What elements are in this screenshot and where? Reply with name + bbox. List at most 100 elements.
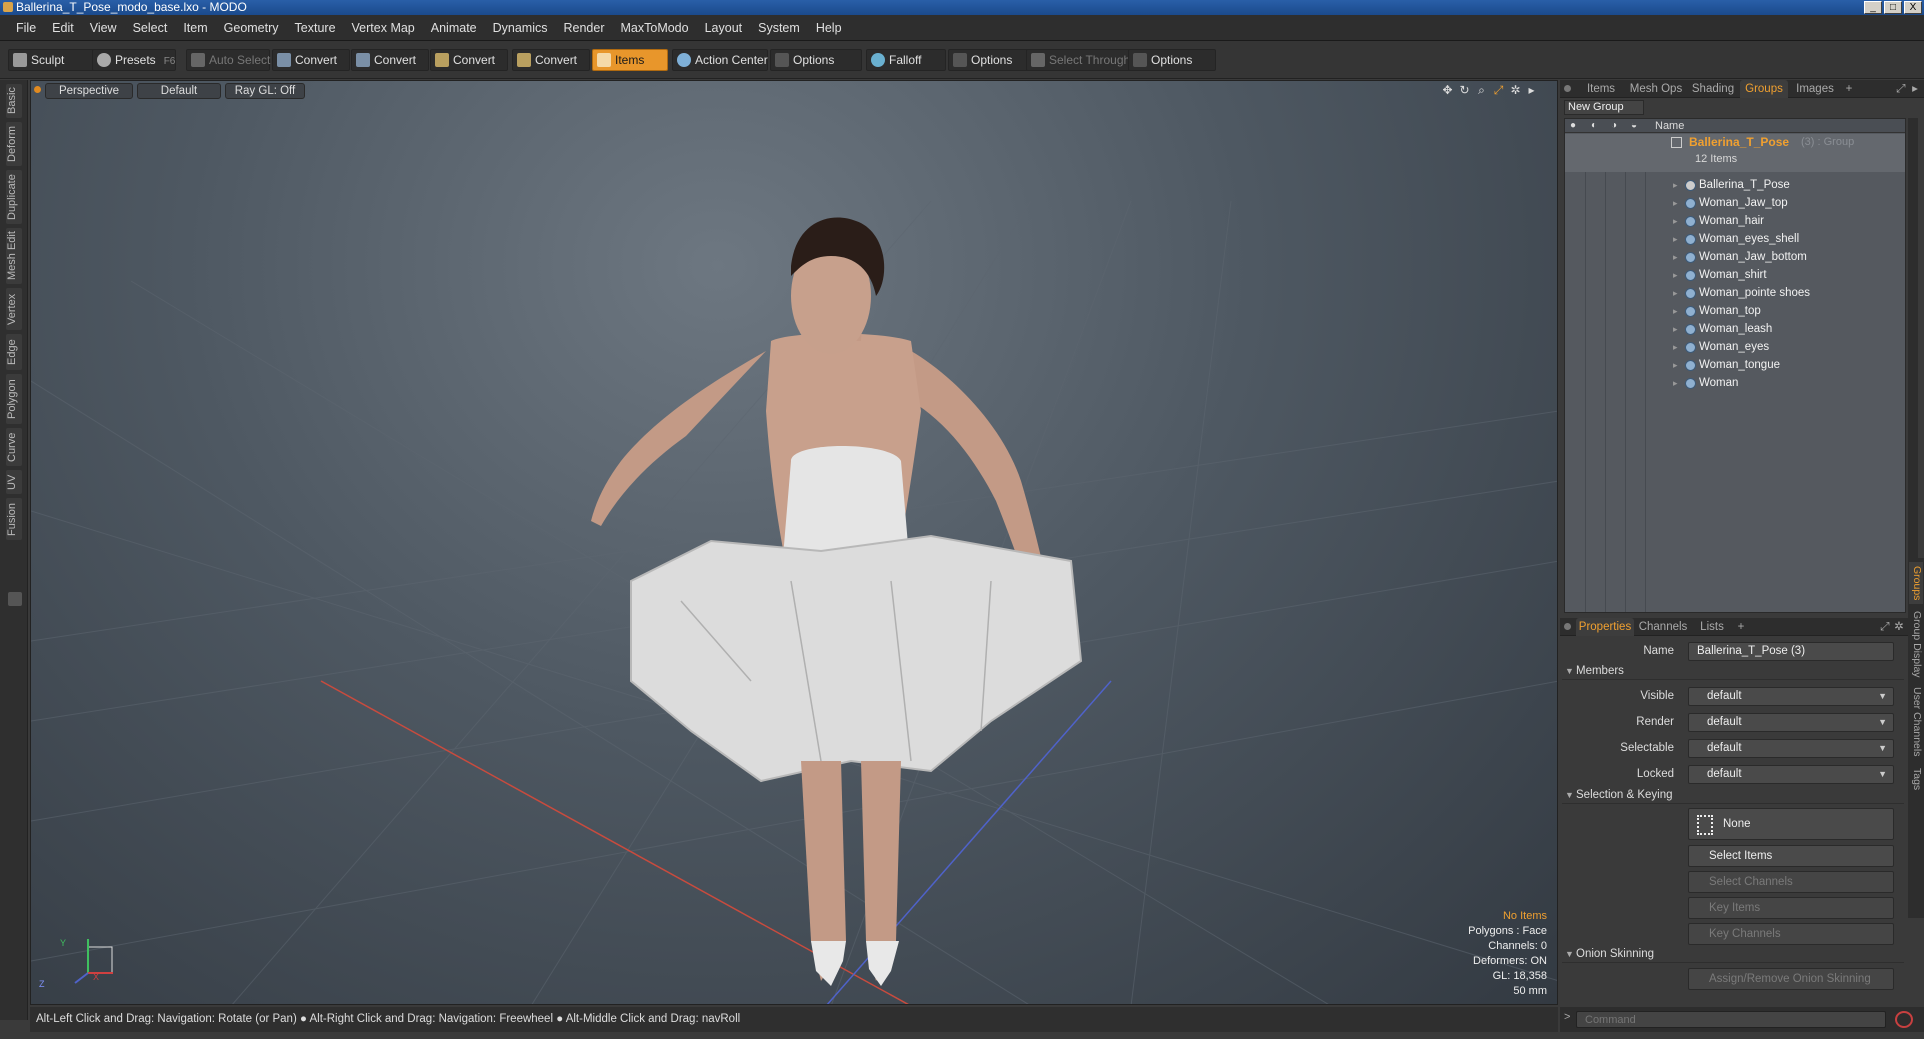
- tree-item[interactable]: ▸ Woman_top: [1565, 302, 1905, 320]
- command-history-icon[interactable]: [1895, 1011, 1913, 1028]
- name-field[interactable]: Ballerina_T_Pose (3): [1688, 642, 1894, 661]
- presets-button[interactable]: Presets F6: [92, 49, 176, 71]
- menu-help[interactable]: Help: [808, 21, 850, 35]
- tree-item[interactable]: ▸ Woman: [1565, 374, 1905, 392]
- expand-panel-icon[interactable]: ⤢: [1894, 80, 1908, 98]
- selection-keying-section[interactable]: ▼ Selection & Keying: [1562, 787, 1904, 804]
- tab-edge[interactable]: Edge: [6, 334, 22, 370]
- visible-dropdown[interactable]: default ▼: [1688, 687, 1894, 706]
- fit-view-icon[interactable]: ⤢: [1492, 84, 1505, 97]
- tree-item[interactable]: ▸ Woman_eyes: [1565, 338, 1905, 356]
- viewport-menu-icon[interactable]: [34, 86, 41, 93]
- raygl-toggle[interactable]: Ray GL: Off: [225, 83, 305, 99]
- group-row[interactable]: Ballerina_T_Pose (3) : Group 12 Items: [1565, 134, 1905, 172]
- command-input[interactable]: [1576, 1011, 1886, 1028]
- add-tab-button[interactable]: +: [1842, 80, 1856, 98]
- lock-column-icon[interactable]: ◒: [1631, 120, 1637, 131]
- side-tab-tags[interactable]: Tags: [1909, 764, 1923, 794]
- menu-system[interactable]: System: [750, 21, 808, 35]
- tree-item[interactable]: ▸ Woman_tongue: [1565, 356, 1905, 374]
- convert-edges-button[interactable]: Convert: [351, 49, 429, 71]
- members-section[interactable]: ▼ Members: [1562, 663, 1904, 680]
- side-tab-user-channels[interactable]: User Channels: [1909, 684, 1923, 760]
- none-button[interactable]: None: [1688, 808, 1894, 840]
- tree-item[interactable]: ▸ Woman_shirt: [1565, 266, 1905, 284]
- render-dropdown[interactable]: default ▼: [1688, 713, 1894, 732]
- tree-item[interactable]: ▸ Woman_leash: [1565, 320, 1905, 338]
- viewport-settings-icon[interactable]: ✲: [1509, 84, 1522, 97]
- menu-view[interactable]: View: [82, 21, 125, 35]
- minimize-button[interactable]: _: [1864, 1, 1882, 14]
- 3d-viewport[interactable]: Perspective Default Ray GL: Off ✥ ↻ ⌕ ⤢ …: [30, 80, 1558, 1005]
- select-channels-button[interactable]: Select Channels: [1688, 871, 1894, 893]
- sculpt-button[interactable]: Sculpt: [8, 49, 94, 71]
- tree-item[interactable]: ▸ Woman_pointe shoes: [1565, 284, 1905, 302]
- select-through-button[interactable]: Select Through: [1026, 49, 1130, 71]
- select-column-icon[interactable]: ◑: [1611, 120, 1617, 131]
- tab-groups[interactable]: Groups: [1740, 80, 1788, 98]
- selectable-dropdown[interactable]: default ▼: [1688, 739, 1894, 758]
- tab-lists[interactable]: Lists: [1692, 618, 1732, 636]
- menu-select[interactable]: Select: [125, 21, 176, 35]
- tree-item[interactable]: ▸ Woman_hair: [1565, 212, 1905, 230]
- tab-shading[interactable]: Shading: [1688, 80, 1738, 98]
- falloff-button[interactable]: Falloff: [866, 49, 946, 71]
- tab-polygon[interactable]: Polygon: [6, 374, 22, 424]
- new-group-button[interactable]: New Group: [1564, 100, 1644, 115]
- tree-item[interactable]: ▸ Woman_eyes_shell: [1565, 230, 1905, 248]
- zoom-view-icon[interactable]: ⌕: [1475, 84, 1488, 97]
- options-button-3[interactable]: Options: [1128, 49, 1216, 71]
- tab-duplicate[interactable]: Duplicate: [6, 170, 22, 224]
- maximize-button[interactable]: □: [1884, 1, 1902, 14]
- rotate-view-icon[interactable]: ↻: [1458, 84, 1471, 97]
- auto-select-button[interactable]: Auto Select: [186, 49, 270, 71]
- visibility-column-icon[interactable]: ●: [1570, 120, 1576, 131]
- tab-fusion[interactable]: Fusion: [6, 498, 22, 540]
- menu-animate[interactable]: Animate: [423, 21, 485, 35]
- locked-dropdown[interactable]: default ▼: [1688, 765, 1894, 784]
- menu-layout[interactable]: Layout: [697, 21, 751, 35]
- side-tab-group-display[interactable]: Group Display: [1909, 608, 1923, 680]
- panel-options-icon[interactable]: ▸: [1908, 80, 1922, 98]
- menu-texture[interactable]: Texture: [287, 21, 344, 35]
- tab-curve[interactable]: Curve: [6, 428, 22, 466]
- side-tab-groups[interactable]: Groups: [1909, 562, 1923, 604]
- shading-dropdown[interactable]: Default: [137, 83, 221, 99]
- items-mode-button[interactable]: Items: [592, 49, 668, 71]
- tab-deform[interactable]: Deform: [6, 122, 22, 166]
- onion-skinning-section[interactable]: ▼ Onion Skinning: [1562, 946, 1904, 963]
- select-items-button[interactable]: Select Items: [1688, 845, 1894, 867]
- convert-vertices-button[interactable]: Convert: [272, 49, 350, 71]
- menu-item[interactable]: Item: [175, 21, 215, 35]
- action-center-button[interactable]: Action Center: [672, 49, 768, 71]
- tab-properties[interactable]: Properties: [1576, 618, 1634, 636]
- menu-dynamics[interactable]: Dynamics: [485, 21, 556, 35]
- panel-toggle-icon[interactable]: [8, 592, 22, 606]
- tree-item[interactable]: ▸ Woman_Jaw_bottom: [1565, 248, 1905, 266]
- tab-mesh-ops[interactable]: Mesh Ops: [1626, 80, 1686, 98]
- name-column-header[interactable]: Name: [1655, 120, 1684, 132]
- options-button-2[interactable]: Options: [948, 49, 1028, 71]
- tab-uv[interactable]: UV: [6, 470, 22, 494]
- view-type-dropdown[interactable]: Perspective: [45, 83, 133, 99]
- add-properties-tab-button[interactable]: +: [1734, 618, 1748, 636]
- tab-channels[interactable]: Channels: [1636, 618, 1690, 636]
- key-items-button[interactable]: Key Items: [1688, 897, 1894, 919]
- tree-item[interactable]: ▸ Ballerina_T_Pose: [1565, 176, 1905, 194]
- tab-images[interactable]: Images: [1790, 80, 1840, 98]
- convert-polygons-button[interactable]: Convert: [430, 49, 508, 71]
- viewport-arrow-icon[interactable]: ▸: [1525, 84, 1538, 97]
- onion-skinning-button[interactable]: Assign/Remove Onion Skinning: [1688, 968, 1894, 990]
- menu-file[interactable]: File: [8, 21, 44, 35]
- panel-menu-icon[interactable]: [1564, 85, 1571, 92]
- tree-scrollbar[interactable]: [1908, 118, 1918, 613]
- move-view-icon[interactable]: ✥: [1441, 84, 1454, 97]
- tab-items[interactable]: Items: [1578, 80, 1624, 98]
- tab-mesh-edit[interactable]: Mesh Edit: [6, 228, 22, 284]
- render-column-icon[interactable]: ◐: [1591, 120, 1597, 131]
- properties-settings-icon[interactable]: ✲: [1892, 618, 1906, 636]
- properties-menu-icon[interactable]: [1564, 623, 1571, 630]
- options-button-1[interactable]: Options: [770, 49, 862, 71]
- menu-maxtomodo[interactable]: MaxToModo: [613, 21, 697, 35]
- expand-properties-icon[interactable]: ⤢: [1878, 618, 1892, 636]
